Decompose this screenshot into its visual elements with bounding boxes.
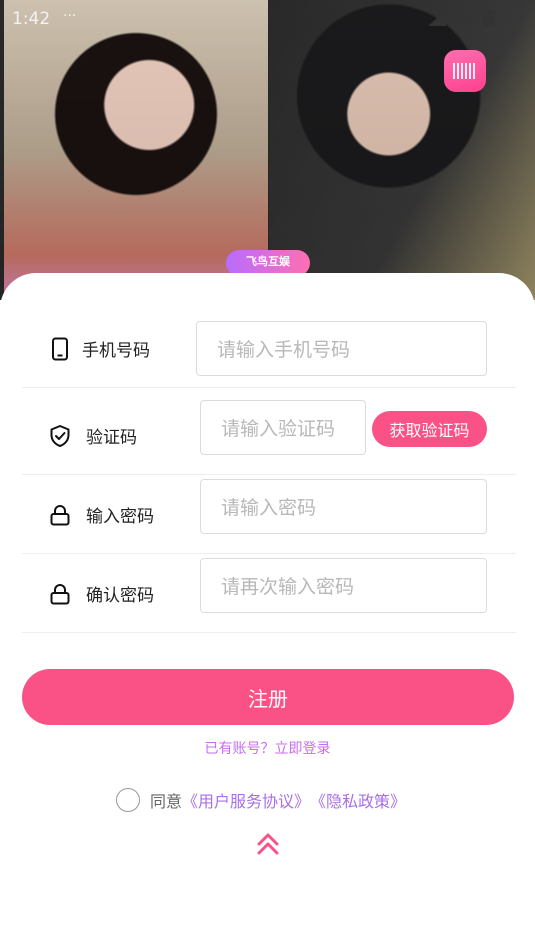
register-button[interactable]: 注册 [22, 669, 514, 725]
status-time: 1:42 [12, 9, 51, 29]
phone-input[interactable]: 请输入手机号码 [196, 321, 487, 376]
status-bar: 1:42 ··· [0, 6, 535, 32]
code-input[interactable]: 请输入验证码 [200, 400, 366, 455]
signal-icon [453, 10, 472, 26]
agreement-row: 同意 《用户服务协议》 《隐私政策》 [116, 786, 406, 814]
status-notification-dots: ··· [63, 8, 77, 24]
phone-row: 手机号码 请输入手机号码 [22, 309, 516, 388]
confirm-row: 确认密码 请再次输入密码 [22, 554, 516, 633]
lock-icon [50, 505, 70, 526]
double-chevron-up-icon[interactable] [255, 830, 281, 858]
code-row: 验证码 请输入验证码 获取验证码 [22, 396, 516, 475]
password-input[interactable]: 请输入密码 [200, 479, 487, 534]
shield-check-icon [50, 425, 70, 447]
agree-prefix: 同意 [150, 792, 183, 811]
code-label: 验证码 [86, 428, 137, 448]
wifi-icon [428, 10, 447, 26]
login-link[interactable]: 已有账号？立即登录 [0, 738, 535, 758]
phone-label: 手机号码 [82, 341, 150, 361]
password-label: 输入密码 [86, 507, 154, 527]
phone-icon [52, 337, 68, 361]
confirm-password-input[interactable]: 请再次输入密码 [200, 558, 487, 613]
lock-icon [50, 584, 70, 605]
get-code-button[interactable]: 获取验证码 [372, 411, 487, 447]
password-row: 输入密码 请输入密码 [22, 475, 516, 554]
agree-radio[interactable] [116, 788, 140, 812]
terms-link[interactable]: 《用户服务协议》 [182, 788, 310, 812]
confirm-label: 确认密码 [86, 586, 154, 606]
app-logo-icon[interactable] [444, 50, 486, 92]
privacy-link[interactable]: 《隐私政策》 [310, 788, 406, 812]
battery-icon [483, 10, 495, 26]
